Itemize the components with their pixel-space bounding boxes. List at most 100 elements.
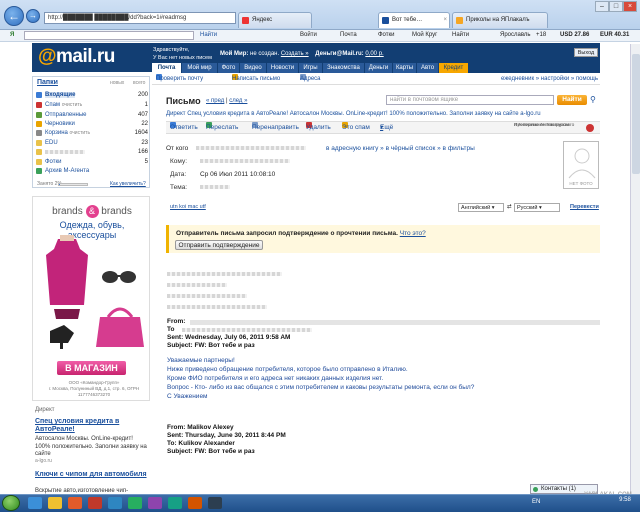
- header-status: Мой Мир: не создан. Создать » Деньги@Mai…: [220, 51, 384, 57]
- message-actions: Ответить Переслать Перенаправить Удалить…: [166, 121, 600, 134]
- folder-spam[interactable]: Спам очистить 1: [36, 101, 148, 109]
- toolbar-mail[interactable]: Почта: [340, 30, 357, 41]
- sender-action-links[interactable]: в адресную книгу » в чёрный список » в ф…: [326, 144, 475, 153]
- next-message-link[interactable]: след »: [229, 98, 247, 104]
- taskbar-clock: 9:58: [619, 497, 631, 503]
- fwd-to: To: [167, 326, 175, 333]
- search-options-icon[interactable]: ⚲: [590, 95, 596, 104]
- folders-title[interactable]: Папки: [37, 79, 58, 86]
- forward-icon[interactable]: →: [26, 9, 40, 23]
- increase-storage-link[interactable]: Как увеличить?: [110, 181, 146, 187]
- folder-icon: [36, 140, 42, 146]
- trash-icon: [36, 130, 42, 136]
- fwd-sent: Sent: Wednesday, July 06, 2011 9:58 AM: [167, 334, 291, 341]
- direct-ad-credit-text: Автосалон Москвы. OnLine-кредит! 100% по…: [35, 436, 147, 457]
- translate-button[interactable]: Перевести: [570, 203, 599, 212]
- menu-money[interactable]: Деньги: [365, 63, 393, 73]
- folder-drafts[interactable]: Черновики 22: [36, 120, 148, 128]
- whats-this-link[interactable]: Что это?: [400, 230, 426, 237]
- read-receipt-text: Отправитель письма запросил подтверждени…: [176, 230, 426, 237]
- yandex-find-button[interactable]: Найти: [200, 30, 217, 41]
- menu-video[interactable]: Видео: [240, 63, 267, 73]
- close-window-icon[interactable]: ×: [623, 1, 637, 12]
- app-icon[interactable]: [148, 497, 162, 509]
- folder-hidden[interactable]: 166: [36, 148, 148, 156]
- folder-inbox[interactable]: Входящие 200: [36, 91, 148, 99]
- message-body-line: Уважаемые партнеры!: [167, 357, 235, 364]
- folder-sent[interactable]: Отправленные 407: [36, 111, 148, 119]
- direct-ad-line[interactable]: Директ Спец условия кредита в АвтоРеале!…: [166, 110, 600, 118]
- money-link[interactable]: 0,00 р.: [365, 51, 383, 57]
- prev-message-link[interactable]: « пред: [206, 98, 224, 104]
- tab-mail[interactable]: Вот тебе… ×: [378, 12, 450, 28]
- menu-credit[interactable]: Кредит: [439, 63, 469, 73]
- menu-maps[interactable]: Карты: [393, 63, 417, 73]
- yandex-bar-icon: Я: [10, 32, 15, 38]
- toolbar-find[interactable]: Найти: [452, 30, 469, 41]
- to-row: Кому:: [170, 157, 290, 166]
- menu-dating[interactable]: Знакомства: [323, 63, 365, 73]
- more-button[interactable]: Ещё ▾: [380, 122, 393, 134]
- storage-bar: [58, 183, 88, 186]
- folder-trash[interactable]: Корзина очистить 1604: [36, 129, 148, 137]
- send-receipt-button[interactable]: Отправить подтверждение: [175, 240, 263, 250]
- input-language[interactable]: EN: [532, 499, 540, 505]
- menu-games[interactable]: Игры: [299, 63, 323, 73]
- tab-yandex[interactable]: Яндекс: [238, 12, 312, 28]
- toolbar-mykrug[interactable]: Мой Круг: [412, 30, 437, 41]
- source-language-select[interactable]: Английский ▾: [458, 203, 504, 212]
- shop-button[interactable]: В МАГАЗИН: [57, 361, 126, 375]
- app-icon[interactable]: [188, 497, 202, 509]
- menu-myworld[interactable]: Мой мир: [182, 63, 218, 73]
- media-icon[interactable]: [68, 497, 82, 509]
- windows-start-icon[interactable]: [2, 495, 20, 511]
- toolbar-login[interactable]: Войти: [300, 30, 317, 41]
- menu-spacer: [469, 63, 600, 73]
- yandex-search-input[interactable]: [24, 31, 194, 40]
- app-icon[interactable]: [128, 497, 142, 509]
- folder-icon: [36, 159, 42, 165]
- redacted-line: [167, 305, 267, 309]
- maximize-icon[interactable]: □: [609, 1, 623, 12]
- minimize-icon[interactable]: –: [595, 1, 609, 12]
- direct-ad-credit-site[interactable]: a-lgo.ru: [35, 458, 147, 466]
- folder-edu[interactable]: EDU 23: [36, 139, 148, 147]
- ie-icon[interactable]: [28, 497, 42, 509]
- swap-language-icon[interactable]: ⇄: [507, 203, 512, 212]
- exit-button[interactable]: Выход: [574, 48, 598, 57]
- folders-new-header: новых: [110, 80, 125, 86]
- app-icon[interactable]: [168, 497, 182, 509]
- menu-auto[interactable]: Авто: [417, 63, 439, 73]
- encoding-links[interactable]: utn koi mac utf: [170, 203, 206, 212]
- folder-taskbar-icon[interactable]: [48, 497, 62, 509]
- menu-mail[interactable]: Почта: [152, 63, 182, 73]
- app-icon[interactable]: [208, 497, 222, 509]
- mail-menu: Почта Мой мир Фото Видео Новости Игры Зн…: [152, 63, 600, 73]
- create-world-link[interactable]: Создать »: [281, 51, 309, 57]
- toolbar-photos[interactable]: Фотки: [378, 30, 395, 41]
- page-scrollbar[interactable]: [630, 44, 640, 494]
- message-pager: « пред | след »: [206, 98, 248, 104]
- folder-photos[interactable]: Фотки 5: [36, 158, 148, 166]
- message-body-line: Ниже приведено обращение потребителя, ко…: [167, 366, 408, 373]
- subnav-right-links[interactable]: ежедневник » настройки » помощь: [501, 74, 598, 85]
- folder-agent-archive[interactable]: Архив M-Агента: [36, 167, 148, 175]
- direct-ad-credit-link[interactable]: Спец условия кредита в АвтоРеале!: [35, 418, 147, 434]
- app-icon[interactable]: [108, 497, 122, 509]
- address-bar[interactable]: http://███████ ████████/dd?back=1#readms…: [44, 12, 236, 24]
- back-icon[interactable]: ←: [4, 6, 24, 26]
- message-body-line: Кроме ФИО потребителя и его адреса нет н…: [167, 375, 384, 382]
- menu-photo[interactable]: Фото: [218, 63, 240, 73]
- close-tab-icon[interactable]: ×: [443, 13, 447, 28]
- mailbox-search-input[interactable]: найти в почтовом ящике: [386, 95, 554, 105]
- subject-row: Тема:: [170, 183, 230, 192]
- redacted-line: [167, 283, 227, 287]
- app-icon[interactable]: [88, 497, 102, 509]
- menu-news[interactable]: Новости: [267, 63, 299, 73]
- direct-ad-keys-link[interactable]: Ключи с чипом для автомобиля: [35, 471, 147, 479]
- target-language-select[interactable]: Русский ▾: [514, 203, 560, 212]
- tab-yaplakal[interactable]: Приколы на ЯПлакалъ: [452, 12, 548, 28]
- scrollbar-thumb[interactable]: [632, 54, 640, 174]
- mailru-logo[interactable]: @mail.ru: [38, 46, 115, 68]
- mailbox-find-button[interactable]: Найти: [557, 95, 587, 105]
